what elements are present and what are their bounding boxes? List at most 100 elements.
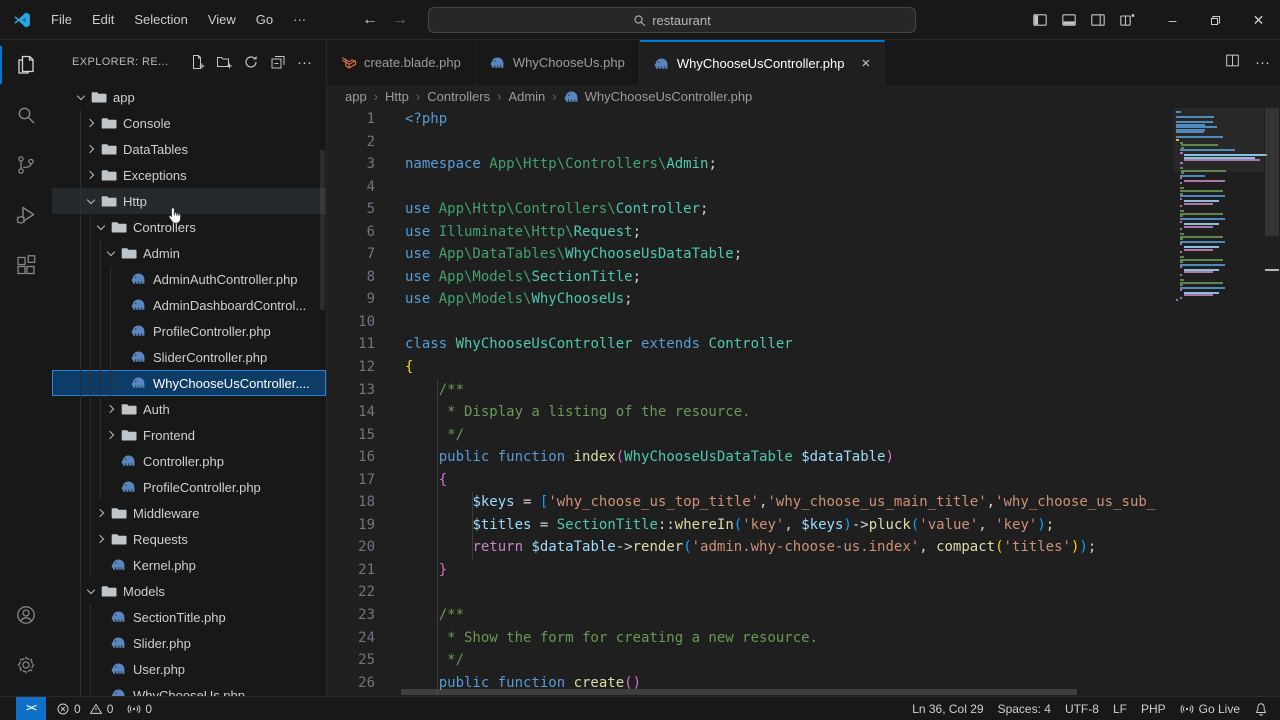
line-number[interactable]: 18	[327, 491, 375, 514]
tree-file-slider-php[interactable]: Slider.php	[52, 630, 326, 656]
tree-file-profilecontroller-php[interactable]: ProfileController.php	[52, 474, 326, 500]
code-line[interactable]: 20 return $dataTable->render('admin.why-…	[327, 536, 1280, 559]
toggle-sidebar-left-icon[interactable]	[1025, 0, 1054, 40]
code-line[interactable]: 6 use Illuminate\Http\Request;	[327, 221, 1280, 244]
tab-create-blade-php[interactable]: create.blade.php	[327, 40, 476, 85]
code-line[interactable]: 21 }	[327, 559, 1280, 582]
ports-indicator[interactable]: 0	[127, 702, 152, 716]
minimize-icon[interactable]: –	[1151, 0, 1194, 40]
line-number[interactable]: 9	[327, 288, 375, 311]
line-number[interactable]: 20	[327, 536, 375, 559]
account-icon[interactable]	[0, 590, 52, 640]
tree-file-user-php[interactable]: User.php	[52, 656, 326, 682]
tree-folder-admin[interactable]: Admin	[52, 240, 326, 266]
extensions-icon[interactable]	[0, 240, 52, 290]
code-line[interactable]: 16 public function index(WhyChooseUsData…	[327, 446, 1280, 469]
tree-file-slidercontroller-php[interactable]: SliderController.php	[52, 344, 326, 370]
line-number[interactable]: 26	[327, 672, 375, 695]
line-number[interactable]: 7	[327, 243, 375, 266]
line-number[interactable]: 10	[327, 311, 375, 334]
minimap[interactable]	[1174, 108, 1267, 696]
close-icon[interactable]: ✕	[1237, 0, 1280, 40]
tree-folder-http[interactable]: Http	[52, 188, 326, 214]
code-line[interactable]: 1 <?php	[327, 108, 1280, 131]
eol-sequence[interactable]: LF	[1113, 702, 1127, 716]
collapse-all-icon[interactable]	[270, 54, 286, 70]
menu-view[interactable]: View	[198, 12, 246, 27]
line-number[interactable]: 8	[327, 266, 375, 289]
go-live-button[interactable]: Go Live	[1180, 702, 1240, 716]
code-line[interactable]: 15 */	[327, 424, 1280, 447]
tree-file-sectiontitle-php[interactable]: SectionTitle.php	[52, 604, 326, 630]
line-number[interactable]: 16	[327, 446, 375, 469]
line-number[interactable]: 12	[327, 356, 375, 379]
line-number[interactable]: 19	[327, 514, 375, 537]
code-editor[interactable]: 1 <?php 2 3 namespace App\Http\Controllers\A…	[327, 108, 1280, 696]
indentation[interactable]: Spaces: 4	[998, 702, 1051, 716]
tab-whychooseuscontroller-php[interactable]: WhyChooseUsController.php ×	[639, 40, 886, 85]
breadcrumb-item[interactable]: app	[345, 89, 367, 104]
line-number[interactable]: 24	[327, 627, 375, 650]
line-number[interactable]: 17	[327, 469, 375, 492]
menu-[interactable]: ···	[283, 12, 316, 27]
restore-icon[interactable]	[1194, 0, 1237, 40]
code-line[interactable]: 25 */	[327, 649, 1280, 672]
tree-folder-middleware[interactable]: Middleware	[52, 500, 326, 526]
explorer-icon[interactable]	[0, 40, 52, 90]
code-line[interactable]: 11 class WhyChooseUsController extends Co…	[327, 333, 1280, 356]
encoding[interactable]: UTF-8	[1065, 702, 1099, 716]
toggle-sidebar-right-icon[interactable]	[1083, 0, 1112, 40]
code-line[interactable]: 22	[327, 581, 1280, 604]
toggle-panel-icon[interactable]	[1054, 0, 1083, 40]
forward-arrow-icon[interactable]: →	[392, 11, 408, 29]
search-sidebar-icon[interactable]	[0, 90, 52, 140]
line-number[interactable]: 22	[327, 581, 375, 604]
breadcrumb-item[interactable]: Controllers	[427, 89, 490, 104]
code-line[interactable]: 4	[327, 176, 1280, 199]
tree-folder-datatables[interactable]: DataTables	[52, 136, 326, 162]
language-mode[interactable]: PHP	[1141, 702, 1166, 716]
tree-file-adminauthcontroller-php[interactable]: AdminAuthController.php	[52, 266, 326, 292]
tree-file-controller-php[interactable]: Controller.php	[52, 448, 326, 474]
tree-file-kernel-php[interactable]: Kernel.php	[52, 552, 326, 578]
source-control-icon[interactable]	[0, 140, 52, 190]
line-number[interactable]: 14	[327, 401, 375, 424]
tree-folder-app[interactable]: app	[52, 84, 326, 110]
code-line[interactable]: 23 /**	[327, 604, 1280, 627]
tree-file-profilecontroller-php[interactable]: ProfileController.php	[52, 318, 326, 344]
line-number[interactable]: 13	[327, 379, 375, 402]
code-line[interactable]: 13 /**	[327, 379, 1280, 402]
line-number[interactable]: 2	[327, 131, 375, 154]
breadcrumb-item[interactable]: WhyChooseUsController.php	[564, 89, 752, 105]
menu-file[interactable]: File	[41, 12, 82, 27]
menu-edit[interactable]: Edit	[82, 12, 124, 27]
line-number[interactable]: 25	[327, 649, 375, 672]
breadcrumb-item[interactable]: Http	[385, 89, 409, 104]
breadcrumb-item[interactable]: Admin	[508, 89, 545, 104]
code-line[interactable]: 18 $keys = ['why_choose_us_top_title','w…	[327, 491, 1280, 514]
line-number[interactable]: 3	[327, 153, 375, 176]
split-editor-icon[interactable]	[1225, 53, 1240, 72]
code-line[interactable]: 19 $titles = SectionTitle::whereIn('key'…	[327, 514, 1280, 537]
line-number[interactable]: 23	[327, 604, 375, 627]
code-line[interactable]: 8 use App\Models\SectionTitle;	[327, 266, 1280, 289]
code-line[interactable]: 10	[327, 311, 1280, 334]
line-number[interactable]: 11	[327, 333, 375, 356]
tree-file-whychooseuscontroller----[interactable]: WhyChooseUsController....	[52, 370, 326, 396]
code-line[interactable]: 12 {	[327, 356, 1280, 379]
code-line[interactable]: 14 * Display a listing of the resource.	[327, 401, 1280, 424]
tree-folder-console[interactable]: Console	[52, 110, 326, 136]
line-number[interactable]: 1	[327, 108, 375, 131]
line-number[interactable]: 4	[327, 176, 375, 199]
refresh-icon[interactable]	[243, 54, 259, 70]
vertical-scrollbar-slider[interactable]	[1265, 108, 1279, 236]
notifications-bell-icon[interactable]	[1254, 702, 1268, 716]
code-line[interactable]: 5 use App\Http\Controllers\Controller;	[327, 198, 1280, 221]
remote-indicator[interactable]: ><	[16, 696, 46, 720]
horizontal-scrollbar[interactable]	[401, 689, 1077, 695]
tab-close-icon[interactable]: ×	[862, 56, 871, 71]
tree-folder-auth[interactable]: Auth	[52, 396, 326, 422]
line-number[interactable]: 5	[327, 198, 375, 221]
problems-indicator[interactable]: 0 0	[56, 702, 113, 716]
tree-folder-requests[interactable]: Requests	[52, 526, 326, 552]
